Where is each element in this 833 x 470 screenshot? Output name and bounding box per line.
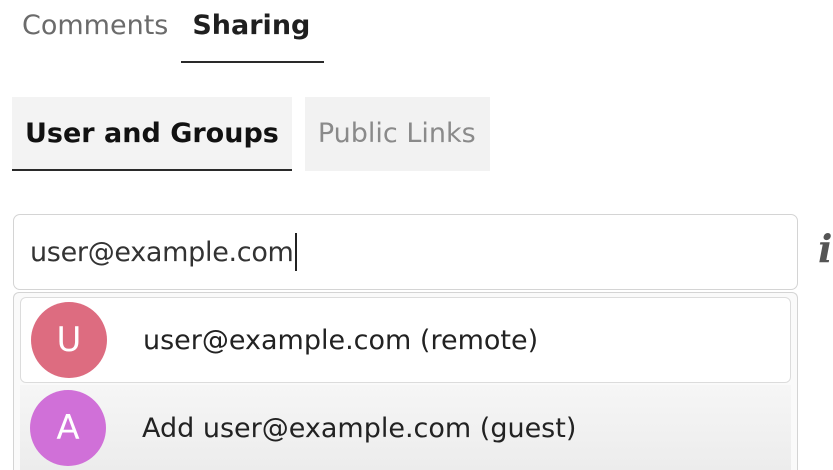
tab-sharing[interactable]: Sharing <box>181 0 325 63</box>
autocomplete-dropdown: U user@example.com (remote) A Add user@e… <box>13 292 798 470</box>
top-tab-bar: Comments Sharing <box>22 0 325 64</box>
share-search-input[interactable]: user@example.com <box>13 214 798 290</box>
sharing-sub-tab-bar: User and Groups Public Links <box>12 97 490 172</box>
tab-user-and-groups[interactable]: User and Groups <box>12 97 292 171</box>
suggestion-remote-user[interactable]: U user@example.com (remote) <box>20 297 791 383</box>
avatar: U <box>31 302 107 378</box>
text-caret <box>294 233 297 271</box>
suggestion-label: user@example.com (remote) <box>143 324 539 356</box>
suggestion-label: Add user@example.com (guest) <box>142 412 577 444</box>
avatar: A <box>30 390 106 466</box>
share-search-value: user@example.com <box>30 236 294 268</box>
suggestion-add-guest[interactable]: A Add user@example.com (guest) <box>20 385 791 470</box>
tab-public-links[interactable]: Public Links <box>304 97 490 171</box>
info-icon[interactable]: i <box>818 226 832 271</box>
tab-comments[interactable]: Comments <box>22 0 168 63</box>
